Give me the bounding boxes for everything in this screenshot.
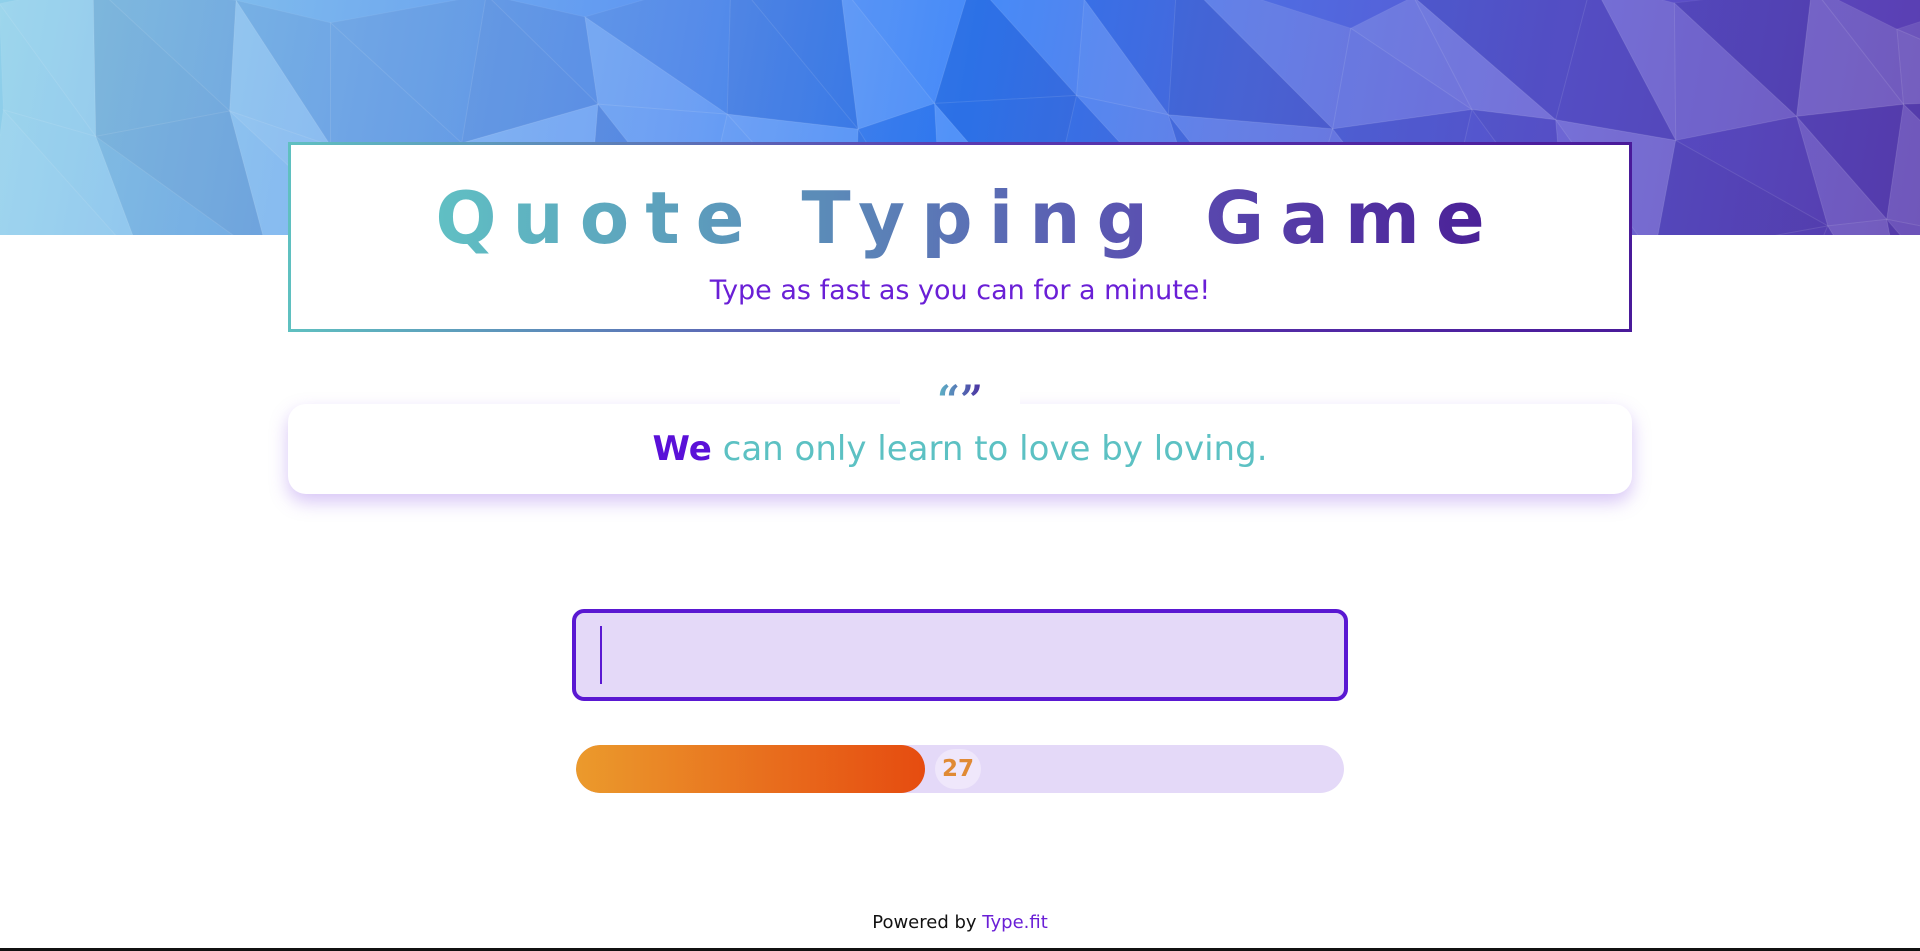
- progress-bar: 27: [576, 745, 1344, 793]
- progress-count: 27: [935, 749, 981, 789]
- title-card: Quote Typing Game Type as fast as you ca…: [288, 142, 1632, 332]
- progress-fill: [576, 745, 925, 793]
- type-fit-link[interactable]: Type.fit: [982, 912, 1047, 933]
- text-caret: [600, 626, 602, 684]
- page-subtitle: Type as fast as you can for a minute!: [709, 275, 1211, 306]
- footer-prefix: Powered by: [872, 912, 983, 933]
- quote-mark-glyph: “”: [936, 377, 983, 424]
- page: Quote Typing Game Type as fast as you ca…: [0, 0, 1920, 951]
- typed-word: We: [652, 429, 712, 469]
- quote-mark-icon: “”: [900, 378, 1020, 424]
- typing-input[interactable]: [572, 609, 1348, 701]
- remaining-quote-text: can only learn to love by loving.: [711, 429, 1268, 469]
- page-title: Quote Typing Game: [419, 177, 1500, 259]
- footer: Powered by Type.fit: [0, 912, 1920, 933]
